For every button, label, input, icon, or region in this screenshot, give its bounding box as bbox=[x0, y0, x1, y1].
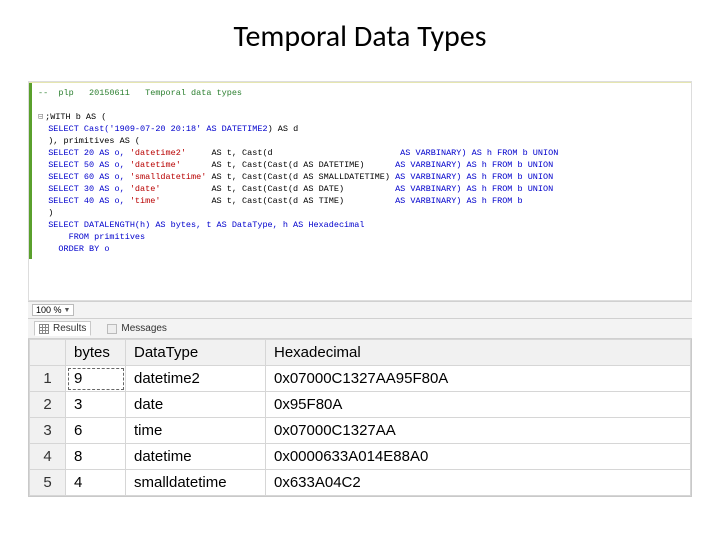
from: FROM primitives bbox=[58, 232, 145, 242]
r2l: 'datetime' bbox=[130, 160, 181, 170]
sql-code[interactable]: -- plp 20150611 Temporal data types ⊟;WI… bbox=[29, 83, 691, 259]
results-tabs: Results Messages bbox=[28, 319, 692, 339]
r3e: AS VARBINARY) AS h FROM b UNION bbox=[390, 172, 553, 182]
grid-icon bbox=[39, 324, 49, 334]
cell-datatype[interactable]: datetime bbox=[126, 444, 266, 470]
tab-results[interactable]: Results bbox=[34, 321, 91, 336]
fold-icon[interactable]: ⊟ bbox=[38, 112, 43, 122]
row-number: 5 bbox=[30, 470, 66, 496]
r4e: AS VARBINARY) AS h FROM b UNION bbox=[344, 184, 553, 194]
cell-bytes[interactable]: 9 bbox=[66, 366, 126, 392]
zoom-value: 100 % bbox=[36, 305, 62, 315]
sel1-a: SELECT Cast('1909-07-20 20:18' bbox=[48, 124, 206, 134]
cell-datatype[interactable]: time bbox=[126, 418, 266, 444]
row-number: 3 bbox=[30, 418, 66, 444]
table-row[interactable]: 2 3 date 0x95F80A bbox=[30, 392, 691, 418]
r2e: AS VARBINARY) AS h FROM b UNION bbox=[364, 160, 553, 170]
tab-messages[interactable]: Messages bbox=[103, 322, 171, 335]
tab-results-label: Results bbox=[53, 323, 86, 334]
cell-datatype[interactable]: datetime2 bbox=[126, 366, 266, 392]
r5a: SELECT 40 AS o, bbox=[48, 196, 130, 206]
sel1-kw: AS DATETIME2 bbox=[206, 124, 267, 134]
table-row[interactable]: 4 8 datetime 0x0000633A014E88A0 bbox=[30, 444, 691, 470]
r4l: 'date' bbox=[130, 184, 161, 194]
cell-bytes[interactable]: 3 bbox=[66, 392, 126, 418]
row-number: 4 bbox=[30, 444, 66, 470]
cell-hex[interactable]: 0x07000C1327AA95F80A bbox=[266, 366, 691, 392]
r2m: AS t, Cast(Cast(d AS DATETIME) bbox=[181, 160, 365, 170]
r4m: AS t, Cast(Cast(d AS DATE) bbox=[160, 184, 344, 194]
cte-with: ;WITH b AS ( bbox=[45, 112, 106, 122]
col-datatype[interactable]: DataType bbox=[126, 340, 266, 366]
cell-hex[interactable]: 0x07000C1327AA bbox=[266, 418, 691, 444]
cell-hex[interactable]: 0x633A04C2 bbox=[266, 470, 691, 496]
zoom-dropdown[interactable]: 100 % ▼ bbox=[32, 304, 74, 316]
table-row[interactable]: 5 4 smalldatetime 0x633A04C2 bbox=[30, 470, 691, 496]
r3m: AS t, Cast(Cast(d AS SMALLDATETIME) bbox=[206, 172, 390, 182]
r4a: SELECT 30 AS o, bbox=[48, 184, 130, 194]
chevron-down-icon: ▼ bbox=[64, 307, 71, 314]
results-grid[interactable]: bytes DataType Hexadecimal 1 9 datetime2… bbox=[28, 339, 692, 497]
sql-editor-pane[interactable]: -- plp 20150611 Temporal data types ⊟;WI… bbox=[28, 81, 692, 301]
r5l: 'time' bbox=[130, 196, 161, 206]
r1e: AS VARBINARY) AS h FROM b UNION bbox=[273, 148, 559, 158]
r2a: SELECT 50 AS o, bbox=[48, 160, 130, 170]
r1l: 'datetime2' bbox=[130, 148, 186, 158]
cell-bytes[interactable]: 4 bbox=[66, 470, 126, 496]
sql-comment: -- plp 20150611 Temporal data types bbox=[38, 88, 242, 98]
r5e: AS VARBINARY) AS h FROM b bbox=[344, 196, 523, 206]
r1m: AS t, Cast(d bbox=[186, 148, 273, 158]
r1a: SELECT 20 AS o, bbox=[48, 148, 130, 158]
closep: ) bbox=[48, 208, 53, 218]
cte2: ), primitives AS ( bbox=[48, 136, 140, 146]
cell-datatype[interactable]: smalldatetime bbox=[126, 470, 266, 496]
row-number: 1 bbox=[30, 366, 66, 392]
row-number: 2 bbox=[30, 392, 66, 418]
header-row: bytes DataType Hexadecimal bbox=[30, 340, 691, 366]
table-row[interactable]: 1 9 datetime2 0x07000C1327AA95F80A bbox=[30, 366, 691, 392]
col-bytes[interactable]: bytes bbox=[66, 340, 126, 366]
cell-bytes[interactable]: 6 bbox=[66, 418, 126, 444]
cell-bytes[interactable]: 8 bbox=[66, 444, 126, 470]
slide-title: Temporal Data Types bbox=[0, 0, 720, 67]
sel1-b: ) AS d bbox=[268, 124, 299, 134]
cell-datatype[interactable]: date bbox=[126, 392, 266, 418]
sel2: SELECT DATALENGTH(h) AS bytes, t AS Data… bbox=[48, 220, 364, 230]
rownum-header bbox=[30, 340, 66, 366]
r3l: 'smalldatetime' bbox=[130, 172, 207, 182]
order: ORDER BY o bbox=[53, 244, 109, 254]
table-row[interactable]: 3 6 time 0x07000C1327AA bbox=[30, 418, 691, 444]
col-hex[interactable]: Hexadecimal bbox=[266, 340, 691, 366]
r5m: AS t, Cast(Cast(d AS TIME) bbox=[160, 196, 344, 206]
r3a: SELECT 60 AS o, bbox=[48, 172, 130, 182]
message-icon bbox=[107, 324, 117, 334]
tab-messages-label: Messages bbox=[121, 323, 167, 334]
cell-hex[interactable]: 0x0000633A014E88A0 bbox=[266, 444, 691, 470]
zoom-strip: 100 % ▼ bbox=[28, 301, 692, 319]
cell-hex[interactable]: 0x95F80A bbox=[266, 392, 691, 418]
